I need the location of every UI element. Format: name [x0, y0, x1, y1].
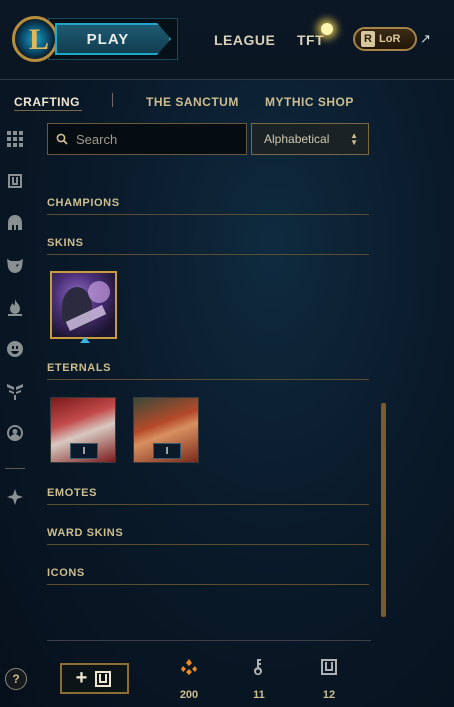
ward-flame-icon[interactable] [5, 297, 25, 317]
skin-mask-icon[interactable] [5, 255, 25, 275]
section-ward-skins[interactable]: WARD SKINS [47, 527, 123, 539]
section-emotes[interactable]: EMOTES [47, 487, 97, 499]
play-button[interactable]: PLAY [55, 23, 171, 55]
lor-logo-icon: R [361, 31, 375, 47]
search-icon [56, 133, 68, 145]
eternal-tile[interactable]: I [50, 397, 116, 463]
section-divider [47, 504, 369, 505]
external-link-icon: ↗ [420, 31, 431, 46]
nav-league[interactable]: LEAGUE [214, 32, 275, 48]
section-divider [47, 379, 369, 380]
tab-the-sanctum[interactable]: THE SANCTUM [146, 95, 239, 109]
active-tab-indicator [14, 110, 82, 111]
tft-notification-icon [321, 23, 333, 35]
chest-icon [321, 659, 337, 675]
selected-indicator-icon [80, 337, 90, 343]
search-input[interactable] [76, 131, 236, 147]
league-logo-icon[interactable]: L [12, 16, 58, 62]
nav-tft[interactable]: TFT [297, 32, 324, 48]
footer-divider [47, 640, 371, 641]
rail-divider [5, 468, 25, 469]
section-divider [47, 214, 369, 215]
section-icons[interactable]: ICONS [47, 567, 85, 579]
top-bar: L PLAY LEAGUE TFT R LoR ↗ [0, 0, 454, 80]
sort-chevron-icon: ▲ ▼ [350, 131, 358, 147]
chest-currency [309, 658, 349, 681]
grid-all-icon[interactable] [5, 129, 25, 149]
key-currency [239, 658, 279, 681]
recycle-diamond-icon[interactable] [5, 487, 25, 507]
eternal-tier-badge: I [153, 443, 181, 459]
eternal-tier-badge: I [70, 443, 98, 459]
key-count: 11 [253, 689, 265, 701]
help-button[interactable]: ? [5, 668, 27, 690]
add-chest-button[interactable]: + [60, 663, 129, 694]
lor-label: LoR [379, 33, 401, 45]
orange-essence-count: 200 [179, 689, 199, 701]
section-skins[interactable]: SKINS [47, 237, 84, 249]
eternal-tile[interactable]: I [133, 397, 199, 463]
key-icon [254, 659, 262, 676]
chest-filter-icon[interactable] [5, 171, 25, 191]
summoner-icon-filter-icon[interactable] [5, 423, 25, 443]
sort-select[interactable]: Alphabetical ▲ ▼ [251, 123, 369, 155]
add-label: + [75, 667, 88, 689]
chest-count: 12 [322, 689, 336, 701]
orange-essence-icon [181, 659, 197, 675]
scrollbar-thumb[interactable] [381, 403, 386, 617]
section-divider [47, 584, 369, 585]
chest-icon [95, 670, 112, 687]
tab-crafting[interactable]: CRAFTING [14, 95, 80, 109]
section-champions[interactable]: CHAMPIONS [47, 197, 120, 209]
sort-selected-label: Alphabetical [264, 132, 330, 146]
section-divider [47, 544, 369, 545]
eternals-icon[interactable] [5, 381, 25, 401]
tab-mythic-shop[interactable]: MYTHIC SHOP [265, 95, 354, 109]
lor-button[interactable]: R LoR [353, 27, 417, 51]
search-box[interactable] [47, 123, 247, 155]
tab-divider [112, 93, 113, 107]
emote-smiley-icon[interactable] [5, 339, 25, 359]
champion-helmet-icon[interactable] [5, 213, 25, 233]
section-divider [47, 254, 369, 255]
section-eternals[interactable]: ETERNALS [47, 362, 111, 374]
orange-essence-currency [169, 658, 209, 681]
skin-tile[interactable] [50, 271, 117, 339]
